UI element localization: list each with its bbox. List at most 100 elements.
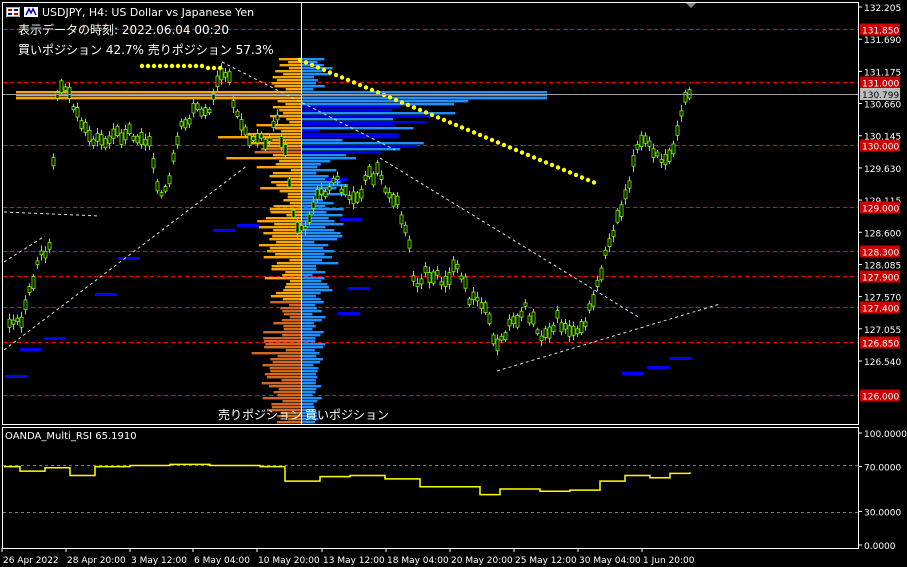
sell-order-bar bbox=[270, 358, 301, 361]
buy-order-bar bbox=[302, 325, 316, 328]
candle-body bbox=[495, 338, 500, 352]
buy-order-bar bbox=[302, 400, 318, 403]
yellow-dot bbox=[537, 157, 543, 163]
candle-body bbox=[375, 162, 380, 174]
price-tick-label: 127.055 bbox=[864, 326, 901, 336]
buy-order-bar bbox=[302, 391, 316, 394]
candle-body bbox=[331, 177, 336, 184]
candle-body bbox=[555, 310, 560, 319]
yellow-dot bbox=[555, 165, 561, 170]
buy-order-bar bbox=[302, 265, 317, 268]
buy-order-bar bbox=[302, 175, 329, 178]
buy-order-bar bbox=[302, 256, 332, 259]
candle-body bbox=[603, 249, 608, 256]
candle-body bbox=[403, 224, 408, 234]
sell-order-bar bbox=[290, 169, 301, 172]
sell-order-bar bbox=[273, 391, 301, 394]
blue-dash bbox=[237, 224, 259, 227]
candle-body bbox=[651, 148, 656, 158]
buy-order-bar bbox=[302, 385, 322, 388]
buy-order-bar bbox=[302, 208, 344, 211]
sell-order-bar bbox=[275, 253, 301, 256]
candle-body bbox=[383, 187, 388, 193]
buy-order-bar bbox=[302, 211, 327, 214]
sell-order-bar bbox=[263, 256, 301, 259]
sell-order-bar bbox=[270, 370, 301, 373]
candle-body bbox=[199, 108, 204, 117]
buy-order-bar bbox=[302, 247, 324, 250]
sell-order-bar bbox=[285, 349, 301, 352]
price-chart[interactable]: 132.205131.690131.175130.660130.145129.6… bbox=[0, 0, 907, 567]
sell-order-bar bbox=[290, 280, 301, 283]
candle-body bbox=[607, 238, 612, 247]
candle-body bbox=[459, 275, 464, 280]
buy-order-bar bbox=[302, 337, 316, 340]
scroll-marker[interactable] bbox=[686, 3, 696, 8]
sell-order-bar bbox=[289, 304, 301, 307]
buy-order-bar bbox=[302, 58, 325, 61]
candle-body bbox=[159, 192, 164, 197]
candle-body bbox=[95, 133, 100, 142]
sell-order-bar bbox=[263, 232, 301, 235]
candle-body bbox=[47, 242, 52, 250]
buy-order-bar bbox=[302, 73, 331, 76]
sell-order-bar bbox=[280, 307, 301, 310]
yellow-dot bbox=[217, 65, 223, 71]
candle-body bbox=[419, 278, 424, 285]
candle-body bbox=[683, 92, 688, 103]
yellow-dot bbox=[357, 82, 363, 88]
yellow-dot bbox=[471, 130, 477, 135]
candle-body bbox=[191, 103, 196, 114]
candle-body bbox=[675, 125, 680, 136]
yellow-dot bbox=[501, 142, 507, 148]
candle-body bbox=[235, 110, 240, 117]
sell-order-bar bbox=[264, 277, 301, 280]
time-tick-label: 26 Apr 2022 bbox=[3, 556, 59, 566]
sell-order-bar bbox=[270, 211, 301, 214]
yellow-dot bbox=[211, 65, 217, 71]
candle-body bbox=[239, 119, 244, 131]
yellow-dot bbox=[175, 63, 181, 69]
yellow-dot bbox=[387, 95, 393, 100]
candle-body bbox=[271, 120, 276, 128]
yellow-dot bbox=[193, 63, 199, 69]
time-tick-label: 20 May 20:00 bbox=[451, 556, 513, 566]
buy-order-bar bbox=[302, 85, 325, 88]
time-tick-label: 18 May 04:00 bbox=[387, 556, 449, 566]
buy-order-bar bbox=[302, 139, 343, 142]
chart-menu-icon[interactable] bbox=[6, 7, 20, 17]
candle-body bbox=[487, 313, 492, 324]
candle-body bbox=[671, 143, 676, 155]
buy-order-bar bbox=[302, 130, 320, 133]
buy-order-bar bbox=[302, 121, 427, 124]
candle-body bbox=[511, 316, 516, 325]
yellow-dot bbox=[145, 63, 151, 69]
sell-order-bar bbox=[266, 376, 301, 379]
candle-body bbox=[71, 106, 76, 111]
sell-order-bar bbox=[279, 64, 301, 67]
blue-dash bbox=[340, 218, 362, 221]
buy-order-bar bbox=[302, 304, 316, 307]
level-tag-label: 126.000 bbox=[862, 393, 899, 403]
sell-order-bar bbox=[281, 379, 301, 382]
blue-dash bbox=[338, 312, 360, 315]
price-tick-label: 132.205 bbox=[864, 4, 901, 14]
buy-order-bar bbox=[302, 376, 318, 379]
buy-order-bar bbox=[302, 91, 547, 94]
buy-order-bar bbox=[302, 133, 399, 136]
sell-order-bar bbox=[287, 196, 301, 199]
candle-body bbox=[631, 154, 636, 167]
buy-order-bar bbox=[302, 232, 341, 235]
candle-body bbox=[167, 175, 172, 185]
buy-order-bar bbox=[302, 115, 436, 118]
sell-order-bar bbox=[277, 355, 301, 358]
price-tick-label: 126.540 bbox=[864, 358, 901, 368]
sell-order-bar bbox=[263, 337, 301, 340]
trade-icon[interactable] bbox=[24, 7, 38, 17]
candle-body bbox=[67, 86, 72, 99]
candle-body bbox=[175, 135, 180, 146]
candle-body bbox=[143, 138, 148, 146]
buy-order-bar bbox=[302, 334, 321, 337]
buy-order-bar bbox=[302, 217, 329, 220]
candle-body bbox=[619, 204, 624, 217]
